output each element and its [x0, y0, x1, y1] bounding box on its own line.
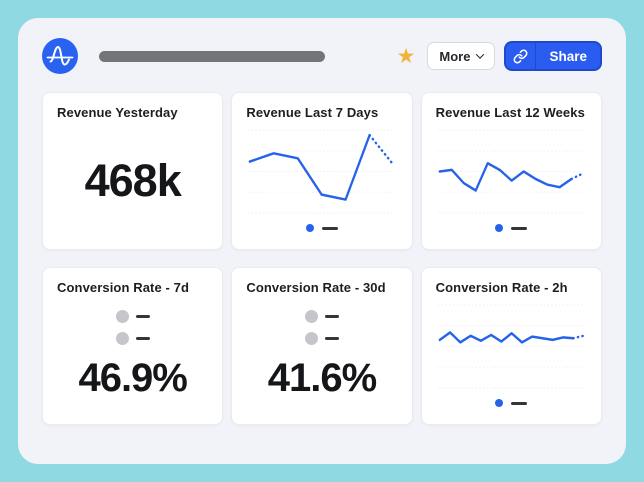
funnel-step-placeholder: [305, 332, 339, 345]
share-button-label-segment[interactable]: Share: [536, 43, 600, 69]
step-label-placeholder: [325, 337, 339, 340]
funnel-step-placeholder: [116, 310, 150, 323]
big-number-area: 468k: [57, 120, 208, 241]
funnel-summary: 41.6%: [246, 295, 397, 416]
card-conversion-rate-30d[interactable]: Conversion Rate - 30d 41.6%: [231, 267, 412, 425]
copy-link-button[interactable]: [506, 43, 536, 69]
legend-label-placeholder: [511, 402, 527, 405]
card-revenue-yesterday[interactable]: Revenue Yesterday 468k: [42, 92, 223, 250]
funnel-summary: 46.9%: [57, 295, 208, 416]
share-button: Share: [504, 41, 602, 71]
line-chart-svg: [436, 124, 587, 219]
dashboard-header: ★ More Share: [42, 38, 602, 74]
card-revenue-last-12-weeks[interactable]: Revenue Last 12 Weeks: [421, 92, 602, 250]
funnel-step-placeholder: [116, 332, 150, 345]
dashboard-panel: ★ More Share Revenue Yesterda: [18, 18, 626, 464]
card-title: Revenue Last 7 Days: [246, 105, 397, 120]
line-chart: [436, 299, 587, 394]
chart-legend: [436, 394, 587, 412]
step-label-placeholder: [136, 337, 150, 340]
legend-series-dot: [306, 224, 314, 232]
amplitude-logo[interactable]: [42, 38, 78, 74]
step-dot-icon: [305, 332, 318, 345]
card-title: Revenue Last 12 Weeks: [436, 105, 587, 120]
card-grid: Revenue Yesterday 468k Revenue Last 7 Da…: [42, 92, 602, 425]
chart-legend: [436, 219, 587, 237]
card-conversion-rate-2h[interactable]: Conversion Rate - 2h: [421, 267, 602, 425]
legend-label-placeholder: [322, 227, 338, 230]
legend-series-dot: [495, 399, 503, 407]
metric-value: 46.9%: [78, 356, 186, 401]
line-chart-svg: [246, 124, 397, 219]
favorite-star-icon[interactable]: ★: [397, 46, 416, 67]
card-title: Revenue Yesterday: [57, 105, 208, 120]
share-button-label: Share: [549, 49, 587, 64]
metric-value: 41.6%: [268, 356, 376, 401]
chevron-down-icon: [476, 50, 484, 58]
chart-legend: [246, 219, 397, 237]
legend-series-dot: [495, 224, 503, 232]
line-chart-svg: [436, 299, 587, 394]
step-dot-icon: [116, 332, 129, 345]
metric-value: 468k: [85, 155, 181, 207]
card-revenue-last-7-days[interactable]: Revenue Last 7 Days: [231, 92, 412, 250]
more-button-label: More: [439, 49, 470, 64]
step-dot-icon: [305, 310, 318, 323]
legend-label-placeholder: [511, 227, 527, 230]
header-actions: ★ More Share: [397, 41, 602, 71]
step-label-placeholder: [136, 315, 150, 318]
line-chart: [246, 124, 397, 219]
card-title: Conversion Rate - 7d: [57, 280, 208, 295]
card-conversion-rate-7d[interactable]: Conversion Rate - 7d 46.9%: [42, 267, 223, 425]
more-button[interactable]: More: [427, 42, 495, 70]
card-title: Conversion Rate - 30d: [246, 280, 397, 295]
step-dot-icon: [116, 310, 129, 323]
line-chart: [436, 124, 587, 219]
dashboard-title-placeholder: [99, 51, 325, 62]
step-label-placeholder: [325, 315, 339, 318]
card-title: Conversion Rate - 2h: [436, 280, 587, 295]
funnel-step-placeholder: [305, 310, 339, 323]
link-icon: [513, 49, 528, 64]
